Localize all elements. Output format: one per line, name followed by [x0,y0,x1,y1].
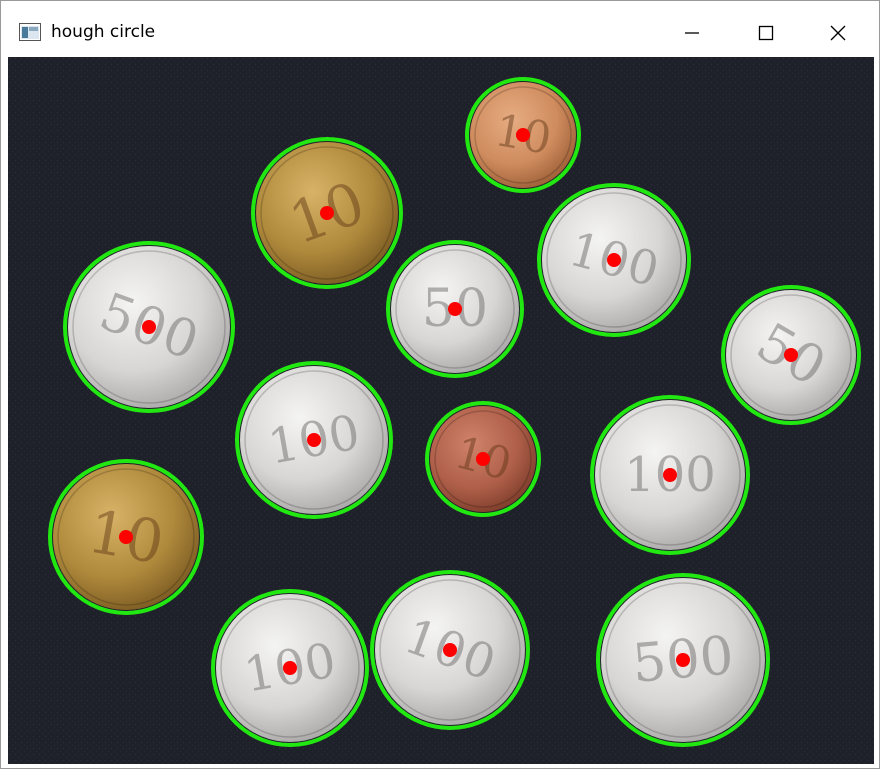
circle-center-marker [119,530,133,544]
coin: 10 [425,401,541,517]
circle-center-marker [516,128,530,142]
maximize-button[interactable] [731,9,801,57]
circle-center-marker [476,452,490,466]
circle-center-marker [448,302,462,316]
coin: 500 [596,573,770,747]
close-icon [830,25,846,41]
minimize-button[interactable] [657,9,727,57]
app-icon [19,23,41,41]
title-bar[interactable]: hough circle [1,9,879,57]
coin: 100 [370,570,530,730]
circle-center-marker [784,348,798,362]
circle-center-marker [607,253,621,267]
coin: 500 [63,241,235,413]
minimize-icon [685,32,699,34]
window-title: hough circle [51,22,156,42]
circle-center-marker [320,206,334,220]
close-button[interactable] [803,9,873,57]
coin: 50 [386,240,524,378]
coin: 50 [721,285,861,425]
coin: 10 [251,137,403,289]
circle-center-marker [663,468,677,482]
app-window: hough circle 10 10 100 500 50 50 100 10 … [0,0,880,769]
coin: 10 [48,459,204,615]
circle-center-marker [283,661,297,675]
maximize-icon [758,25,774,41]
circle-center-marker [443,643,457,657]
coin: 100 [235,361,393,519]
coin: 100 [590,395,750,555]
circle-center-marker [142,320,156,334]
coin: 10 [465,77,581,193]
circle-center-marker [676,653,690,667]
detection-image: 101010050050501001010010100100500 [8,57,874,764]
coin: 100 [211,589,369,747]
coin: 100 [537,183,691,337]
circle-center-marker [307,433,321,447]
